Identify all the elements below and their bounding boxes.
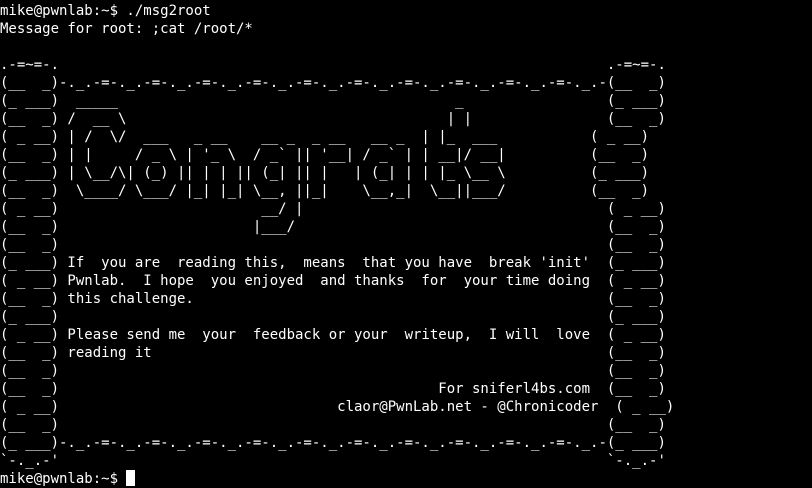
banner-ascii-art: (__ _) \____/ \___/ |_| |_| \__, ||_| \_…	[0, 183, 650, 199]
banner-border-bottom: (_ ___)-._.-=-._.-=-._.-=-._.-=-._.-=-._…	[0, 435, 666, 451]
banner-credit-line: (__ _) For sniferl4bs.com (__ _)	[0, 381, 666, 397]
banner-line-blank	[0, 38, 812, 56]
banner-border-row: (__ _)-._.-=-._.-=-._.-=-._.-=-._.-=-._.…	[0, 75, 666, 91]
banner-message-line: (__ _) this challenge. (__ _)	[0, 291, 666, 307]
text-cursor	[126, 470, 136, 486]
shell-prompt-line[interactable]: mike@pwnlab:~$	[0, 470, 812, 488]
shell-prompt: mike@pwnlab:~$	[0, 471, 127, 487]
message-prompt: Message for root: ;cat /root/*	[0, 21, 253, 37]
banner-ascii-art: (__ _) / __ \ | | (__ _)	[0, 111, 666, 127]
banner-credit-line: ( _ __) claor@PwnLab.net - @Chronicoder …	[0, 399, 675, 415]
banner-ascii-art: (_ ___) | \__/\| (_) || | | || (_| || | …	[0, 165, 650, 181]
banner-ascii-art: ( _ __) __/ | ( _ __)	[0, 201, 666, 217]
banner-blank-row: (__ _) (__ _)	[0, 363, 666, 379]
banner-blank-row: (__ _) (__ _)	[0, 417, 666, 433]
banner-border-top: .-=~=-. .-=~=-.	[0, 57, 666, 73]
banner-ascii-art: (_ ___) _____ _ (_ ___)	[0, 93, 666, 109]
banner-ascii-art: (__ _) |___/ (__ _)	[0, 219, 666, 235]
command-line: mike@pwnlab:~$ ./msg2root	[0, 3, 211, 19]
terminal-window[interactable]: mike@pwnlab:~$ ./msg2root Message for ro…	[0, 0, 812, 487]
banner-message-line: ( _ __) Please send me your feedback or …	[0, 327, 666, 343]
banner-ascii-art: ( _ __) | / \/ ___ _ __ __ _ _ __ __ _ |…	[0, 129, 650, 145]
banner-message-line: (__ _) reading it (__ _)	[0, 345, 666, 361]
banner-blank-row: (_ ___) (_ ___)	[0, 309, 666, 325]
banner-message-line: (_ ___) If you are reading this, means t…	[0, 255, 666, 271]
banner-border-end: `-._.-' `-._.-'	[0, 453, 666, 469]
banner-message-line: ( _ __) Pwnlab. I hope you enjoyed and t…	[0, 273, 666, 289]
banner-blank-row: (__ _) (__ _)	[0, 237, 666, 253]
banner-ascii-art: (__ _) | | / _ \ | '_ \ / _` || '__| / _…	[0, 147, 650, 163]
